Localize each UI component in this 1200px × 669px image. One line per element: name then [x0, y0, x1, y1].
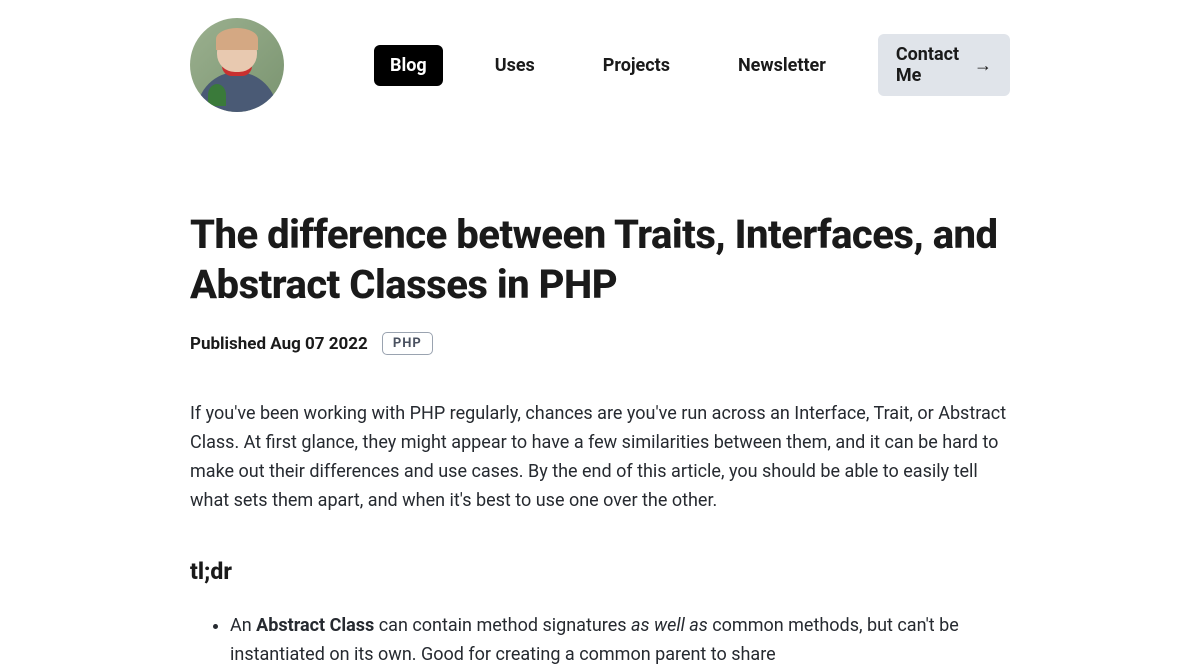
- tag-badge[interactable]: PHP: [382, 332, 433, 355]
- site-header: Blog Uses Projects Newsletter Contact Me…: [190, 0, 1010, 130]
- nav-link-projects[interactable]: Projects: [587, 45, 686, 86]
- nav-link-contact[interactable]: Contact Me →: [878, 34, 1010, 96]
- avatar[interactable]: [190, 18, 284, 112]
- nav-link-uses[interactable]: Uses: [479, 45, 551, 86]
- published-date: Published Aug 07 2022: [190, 334, 368, 354]
- nav-link-newsletter[interactable]: Newsletter: [722, 45, 842, 86]
- contact-label: Contact Me: [896, 44, 966, 86]
- bold-text: Abstract Class: [256, 615, 374, 636]
- tldr-heading: tl;dr: [190, 558, 1010, 585]
- tldr-list: An Abstract Class can contain method sig…: [190, 611, 1010, 669]
- list-item: An Abstract Class can contain method sig…: [230, 611, 1010, 669]
- italic-text: as well as: [631, 615, 708, 636]
- nav-link-blog[interactable]: Blog: [374, 45, 443, 86]
- primary-nav: Blog Uses Projects Newsletter Contact Me…: [374, 34, 1010, 96]
- arrow-right-icon: →: [974, 55, 992, 76]
- article-title: The difference between Traits, Interface…: [190, 210, 1010, 310]
- article-meta: Published Aug 07 2022 PHP: [190, 332, 1010, 355]
- article-intro: If you've been working with PHP regularl…: [190, 399, 1010, 516]
